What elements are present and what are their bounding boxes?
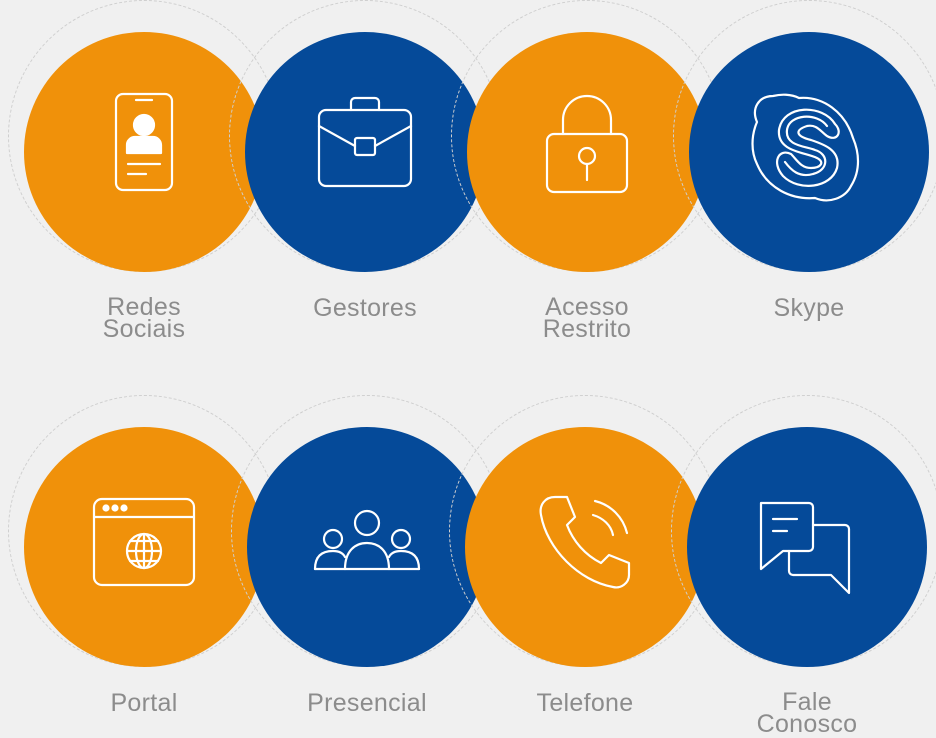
skype-icon xyxy=(749,90,869,215)
skype-label: Skype xyxy=(773,294,845,322)
telefone-button[interactable] xyxy=(465,427,705,667)
gestores-button[interactable] xyxy=(245,32,485,272)
channel-portal[interactable]: Portal xyxy=(8,395,280,725)
channel-redes-sociais[interactable]: Redes Sociais xyxy=(8,0,280,342)
channel-acesso-restrito[interactable]: Acesso Restrito xyxy=(451,0,723,342)
acesso-restrito-label: Acesso Restrito xyxy=(542,293,632,343)
portal-button[interactable] xyxy=(24,427,264,667)
channel-gestores[interactable]: Gestores xyxy=(229,0,501,330)
telefone-label: Telefone xyxy=(536,689,634,717)
contact-channels-row-1: Redes Sociais Gestores Acesso Restrito S… xyxy=(0,0,936,342)
redes-sociais-button[interactable] xyxy=(24,32,264,272)
phone-call-icon xyxy=(525,485,645,610)
mobile-profile-icon xyxy=(84,90,204,215)
presencial-label: Presencial xyxy=(307,689,427,717)
padlock-icon xyxy=(527,90,647,215)
browser-globe-icon xyxy=(84,485,204,610)
chat-bubbles-icon xyxy=(747,485,867,610)
briefcase-icon xyxy=(305,90,425,215)
fale-conosco-label: Fale Conosco xyxy=(756,688,858,738)
channel-skype[interactable]: Skype xyxy=(673,0,936,330)
channel-fale-conosco[interactable]: Fale Conosco xyxy=(671,395,936,737)
contact-channels-row-2: Portal Presencial Telefone Fale Conosco xyxy=(0,395,936,737)
channel-presencial[interactable]: Presencial xyxy=(231,395,503,725)
portal-label: Portal xyxy=(110,689,178,717)
gestores-label: Gestores xyxy=(313,294,417,322)
channel-telefone[interactable]: Telefone xyxy=(449,395,721,725)
acesso-restrito-button[interactable] xyxy=(467,32,707,272)
skype-button[interactable] xyxy=(689,32,929,272)
people-group-icon xyxy=(307,485,427,610)
redes-sociais-label: Redes Sociais xyxy=(102,293,186,343)
fale-conosco-button[interactable] xyxy=(687,427,927,667)
